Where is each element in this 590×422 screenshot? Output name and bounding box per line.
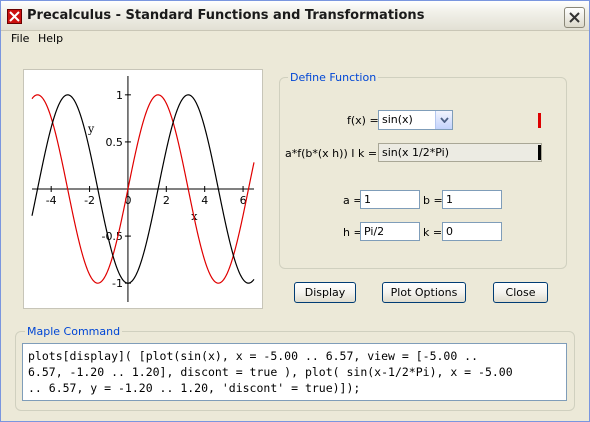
x-tick-label: 2 xyxy=(163,194,170,207)
y-axis-label: y xyxy=(87,123,95,136)
title-bar[interactable]: Precalculus - Standard Functions and Tra… xyxy=(1,1,589,31)
function-plot: -4 -2 0 2 4 610.5-0.5-1xy xyxy=(31,76,255,302)
x-tick-label: -4 xyxy=(46,194,57,207)
chevron-down-icon[interactable] xyxy=(435,111,452,129)
maple-command-title: Maple Command xyxy=(25,325,123,338)
menu-bar: File Help xyxy=(1,31,589,47)
maple-command-text[interactable]: plots[display]( [plot(sin(x), x = -5.00 … xyxy=(22,343,567,401)
maple-command-line-1: plots[display]( [plot(sin(x), x = -5.00 … xyxy=(28,349,479,363)
maple-command-line-2: 6.57, -1.20 .. 1.20], discont = true ), … xyxy=(28,365,513,379)
fx-label: f(x) = xyxy=(347,114,379,127)
x-tick-label: -2 xyxy=(84,194,95,207)
red-series-marker xyxy=(538,113,541,128)
y-tick-label: 1 xyxy=(116,89,123,102)
b-label: b = xyxy=(423,194,443,207)
close-button[interactable]: Close xyxy=(493,282,548,303)
transform-label: a*f(b*(x h)) I k = xyxy=(285,147,378,160)
function-select-value: sin(x) xyxy=(382,113,413,126)
window-close-button[interactable] xyxy=(564,7,585,28)
y-tick-label: -0.5 xyxy=(101,230,122,243)
plot-options-button[interactable]: Plot Options xyxy=(382,282,466,303)
transformed-function-field: sin(x 1/2*Pi) xyxy=(378,143,542,162)
maple-app-icon xyxy=(7,9,22,24)
k-label: k = xyxy=(423,226,443,239)
x-tick-label: 4 xyxy=(201,194,208,207)
menu-file[interactable]: File xyxy=(9,32,31,45)
b-input[interactable]: 1 xyxy=(442,190,502,209)
define-function-group xyxy=(279,77,567,269)
define-function-title: Define Function xyxy=(288,71,379,84)
plot-canvas: -4 -2 0 2 4 6 1 0.5 -0.5 -1 x y xyxy=(23,69,263,309)
window-title: Precalculus - Standard Functions and Tra… xyxy=(27,8,425,23)
display-button[interactable]: Display xyxy=(294,282,356,303)
y-tick-label: 0.5 xyxy=(105,136,123,149)
app-window: Precalculus - Standard Functions and Tra… xyxy=(0,0,590,422)
function-select[interactable]: sin(x) xyxy=(378,110,453,130)
black-series-marker xyxy=(538,145,541,160)
h-input[interactable]: Pi/2 xyxy=(360,222,420,241)
y-tick-label: -1 xyxy=(112,277,123,290)
menu-help[interactable]: Help xyxy=(36,32,65,45)
k-input[interactable]: 0 xyxy=(442,222,502,241)
maple-command-line-3: .. 6.57, y = -1.20 .. 1.20, 'discont' = … xyxy=(28,381,361,395)
a-input[interactable]: 1 xyxy=(360,190,420,209)
